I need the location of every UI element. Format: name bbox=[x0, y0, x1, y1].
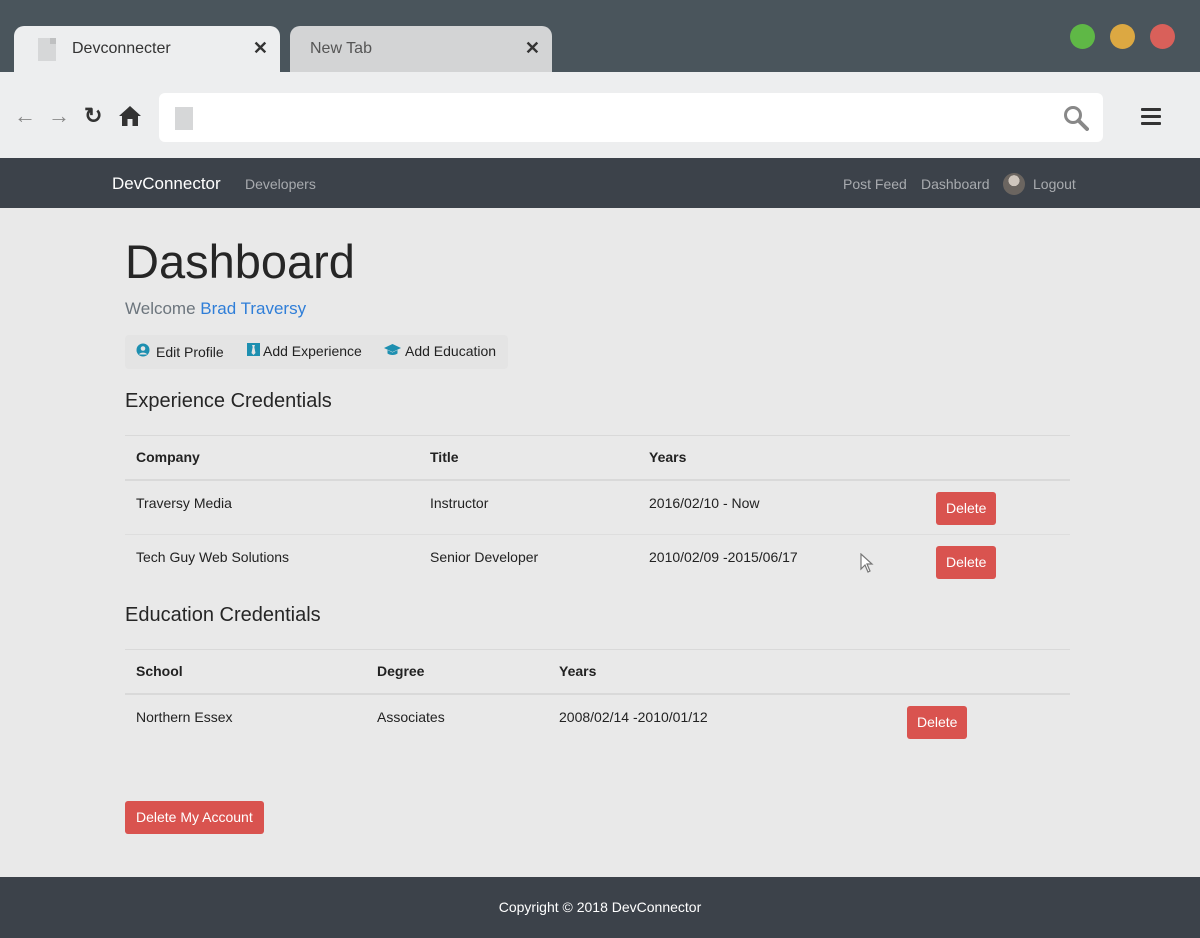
column-header-title: Title bbox=[419, 435, 638, 481]
black-tie-icon bbox=[247, 343, 260, 359]
search-icon[interactable] bbox=[1063, 105, 1089, 131]
browser-titlebar: Devconnecter ✕ New Tab ✕ bbox=[0, 0, 1200, 72]
delete-button[interactable]: Delete bbox=[936, 491, 997, 525]
minimize-button[interactable] bbox=[1110, 24, 1135, 49]
nav-logout-link[interactable]: Logout bbox=[1033, 176, 1076, 192]
brand-link[interactable]: DevConnector bbox=[112, 174, 221, 194]
years-cell: 2016/02/10 - Now bbox=[649, 494, 760, 511]
tab-title: New Tab bbox=[310, 40, 372, 57]
company-cell: Traversy Media bbox=[136, 494, 232, 511]
site-footer: Copyright © 2018 DevConnector bbox=[0, 877, 1200, 938]
company-cell: Tech Guy Web Solutions bbox=[125, 534, 419, 590]
back-arrow-icon[interactable]: ← bbox=[14, 105, 36, 127]
table-row: Tech Guy Web Solutions Senior Developer … bbox=[125, 534, 1070, 590]
site-navbar: DevConnector Developers Post Feed Dashbo… bbox=[0, 158, 1200, 208]
page-icon bbox=[175, 107, 193, 130]
action-cell: Delete bbox=[925, 480, 1070, 535]
column-header-years: Years bbox=[548, 649, 896, 695]
education-heading: Education Credentials bbox=[125, 604, 321, 626]
column-header-company: Company bbox=[125, 435, 419, 481]
table-row: Traversy Media Instructor 2016/02/10 - N… bbox=[125, 480, 1070, 535]
nav-post-feed-link[interactable]: Post Feed bbox=[843, 176, 907, 192]
years-cell: 2010/02/09 -2015/06/17 bbox=[638, 534, 925, 590]
close-tab-icon[interactable]: ✕ bbox=[253, 38, 268, 59]
action-cell: Delete bbox=[925, 534, 1070, 590]
edit-profile-label: Edit Profile bbox=[156, 343, 224, 360]
column-header-degree: Degree bbox=[366, 649, 548, 695]
tab-new-tab[interactable]: New Tab ✕ bbox=[290, 26, 552, 72]
column-header-action bbox=[925, 435, 1070, 481]
dashboard-actions: Edit Profile Add Experience Add Educatio… bbox=[125, 335, 508, 369]
delete-button[interactable]: Delete bbox=[907, 705, 968, 739]
close-window-button[interactable] bbox=[1150, 24, 1175, 49]
reload-icon[interactable]: ↻ bbox=[84, 105, 102, 127]
edit-profile-button[interactable]: Edit Profile bbox=[136, 343, 224, 360]
add-education-label: Add Education bbox=[405, 343, 497, 359]
years-cell: 2008/02/14 -2010/01/12 bbox=[559, 708, 708, 725]
close-tab-icon[interactable]: ✕ bbox=[525, 38, 540, 59]
hamburger-menu-icon[interactable] bbox=[1141, 108, 1161, 126]
delete-account-button[interactable]: Delete My Account bbox=[125, 801, 264, 834]
experience-table: Company Title Years Traversy Media Instr… bbox=[125, 435, 1070, 590]
forward-arrow-icon[interactable]: → bbox=[48, 105, 70, 127]
add-experience-label: Add Experience bbox=[263, 343, 362, 359]
mouse-cursor-icon bbox=[860, 553, 874, 573]
school-cell: Northern Essex bbox=[136, 708, 233, 725]
add-education-button[interactable]: Add Education bbox=[384, 343, 496, 359]
nav-developers-link[interactable]: Developers bbox=[245, 176, 316, 192]
column-header-years: Years bbox=[638, 435, 925, 481]
add-experience-button[interactable]: Add Experience bbox=[247, 343, 362, 359]
title-cell: Senior Developer bbox=[419, 534, 638, 590]
column-header-school: School bbox=[125, 649, 366, 695]
address-bar[interactable] bbox=[159, 93, 1103, 142]
tab-title: Devconnecter bbox=[72, 40, 171, 57]
action-cell: Delete bbox=[896, 694, 1070, 749]
nav-dashboard-link[interactable]: Dashboard bbox=[921, 176, 990, 192]
page-title: Dashboard bbox=[125, 235, 355, 288]
browser-toolbar: ← → ↻ bbox=[0, 72, 1200, 158]
page-icon bbox=[38, 38, 56, 61]
experience-heading: Experience Credentials bbox=[125, 390, 332, 412]
title-cell: Instructor bbox=[430, 494, 489, 511]
welcome-prefix: Welcome bbox=[125, 299, 201, 318]
graduation-cap-icon bbox=[384, 343, 401, 359]
avatar[interactable] bbox=[1003, 173, 1025, 195]
table-row: Northern Essex Associates 2008/02/14 -20… bbox=[125, 694, 1070, 749]
maximize-button[interactable] bbox=[1070, 24, 1095, 49]
welcome-text: Welcome Brad Traversy bbox=[125, 299, 306, 319]
user-name-link[interactable]: Brad Traversy bbox=[200, 299, 306, 318]
user-circle-icon bbox=[136, 343, 150, 360]
web-page: DevConnector Developers Post Feed Dashbo… bbox=[0, 158, 1200, 938]
education-table: School Degree Years Northern Essex Assoc… bbox=[125, 649, 1070, 749]
degree-cell: Associates bbox=[377, 708, 445, 725]
delete-button[interactable]: Delete bbox=[936, 546, 997, 579]
column-header-action bbox=[896, 649, 1070, 695]
tab-devconnecter[interactable]: Devconnecter ✕ bbox=[14, 26, 280, 72]
home-icon[interactable] bbox=[118, 105, 142, 131]
